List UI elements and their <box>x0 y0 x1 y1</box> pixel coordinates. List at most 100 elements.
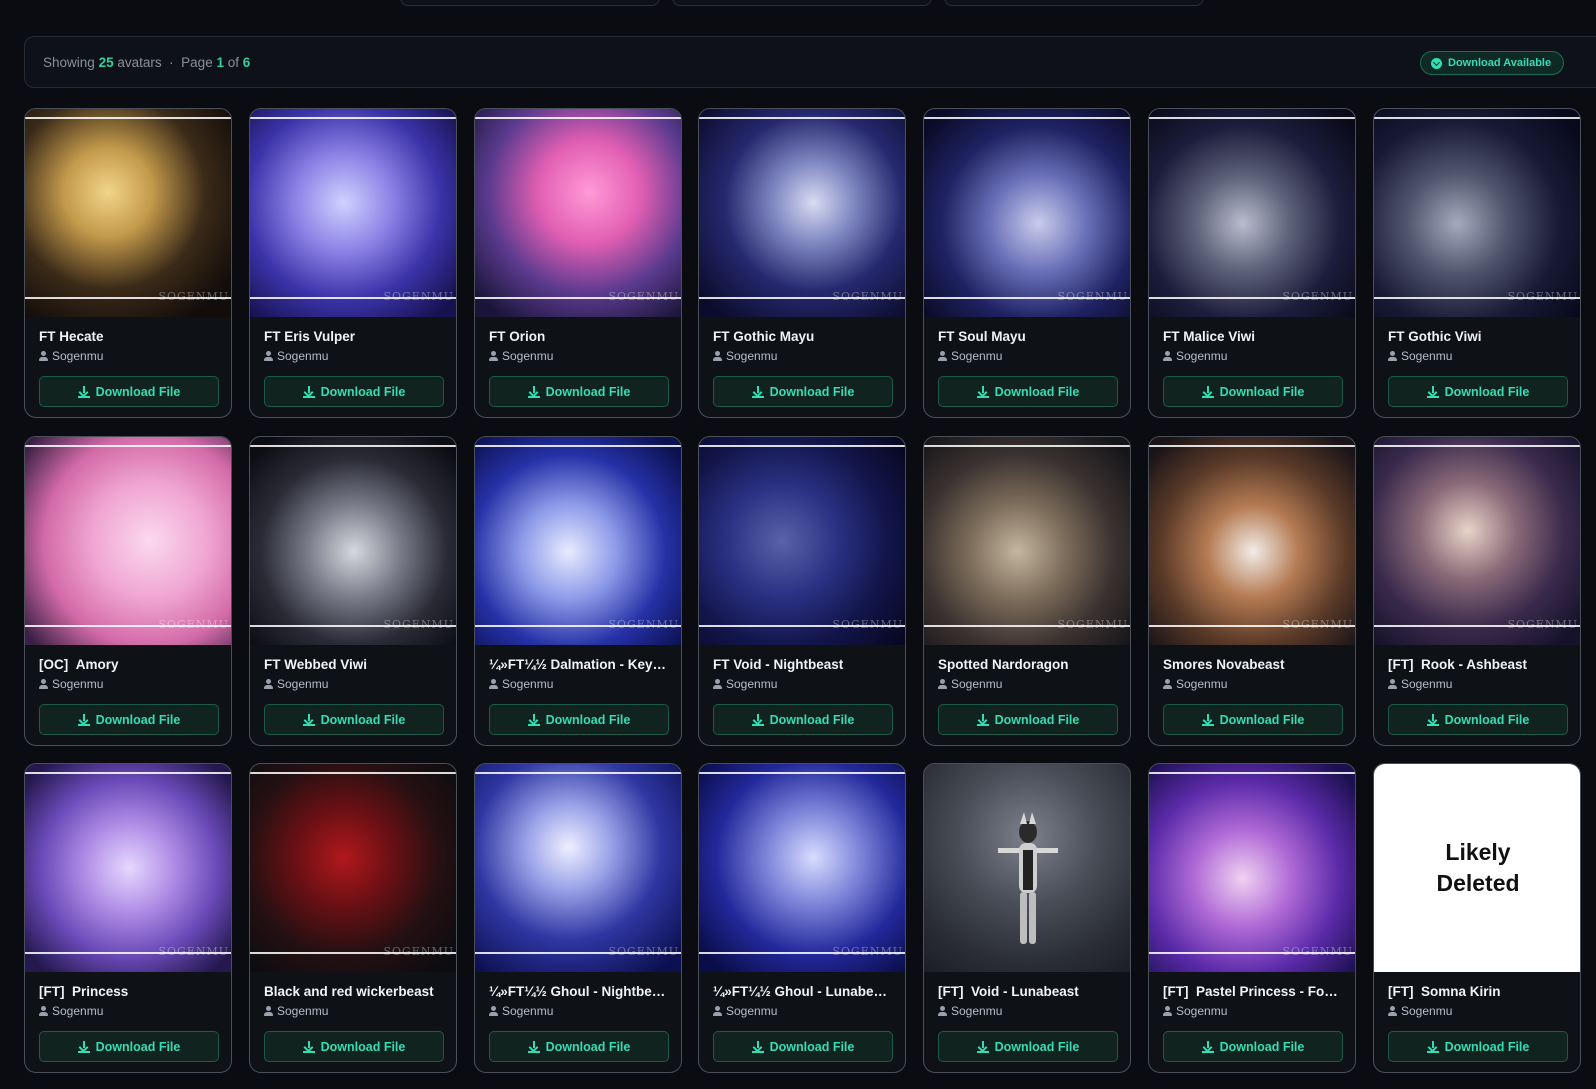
avatar-thumbnail[interactable]: SOGENMU <box>699 437 905 645</box>
download-file-button[interactable]: Download File <box>264 704 444 735</box>
avatar-card[interactable]: SOGENMU FT Hecate Sogenmu Download File <box>24 108 232 418</box>
download-file-button[interactable]: Download File <box>1163 1031 1343 1062</box>
filter-field[interactable] <box>672 0 932 6</box>
filter-field[interactable] <box>944 0 1204 6</box>
avatar-title[interactable]: FT Webbed Viwi <box>264 657 448 672</box>
avatar-thumbnail[interactable]: SOGENMU <box>1374 109 1580 317</box>
avatar-thumbnail[interactable]: SOGENMU <box>25 109 231 317</box>
avatar-card[interactable]: SOGENMU [OC] Amory Sogenmu Download File <box>24 436 232 746</box>
avatar-author[interactable]: Sogenmu <box>264 677 328 691</box>
avatar-title[interactable]: ¼»FT¼½ Ghoul - Nightbe… <box>489 984 673 999</box>
download-file-button[interactable]: Download File <box>1388 704 1568 735</box>
avatar-author[interactable]: Sogenmu <box>1163 349 1227 363</box>
avatar-author[interactable]: Sogenmu <box>489 349 553 363</box>
download-file-button[interactable]: Download File <box>1163 376 1343 407</box>
avatar-thumbnail[interactable]: SOGENMU <box>924 109 1130 317</box>
avatar-title[interactable]: Black and red wickerbeast <box>264 984 448 999</box>
avatar-author[interactable]: Sogenmu <box>264 1004 328 1018</box>
download-file-button[interactable]: Download File <box>1163 704 1343 735</box>
avatar-card[interactable]: SOGENMU [FT] Princess Sogenmu Download File <box>24 763 232 1073</box>
avatar-card[interactable]: [FT] Void - Lunabeast Sogenmu Download Fil… <box>923 763 1131 1073</box>
avatar-title[interactable]: [FT] Void - Lunabeast <box>938 984 1122 999</box>
download-file-button[interactable]: Download File <box>39 1031 219 1062</box>
avatar-thumbnail[interactable]: SOGENMU <box>924 437 1130 645</box>
avatar-card[interactable]: SOGENMU [FT] Rook - Ashbeast Sogenmu Downlo… <box>1373 436 1581 746</box>
avatar-author[interactable]: Sogenmu <box>713 349 777 363</box>
avatar-thumbnail[interactable]: SOGENMU <box>475 764 681 972</box>
avatar-title[interactable]: ¼»FT¼½ Ghoul - Lunabe… <box>713 984 897 999</box>
download-file-button[interactable]: Download File <box>39 376 219 407</box>
avatar-author[interactable]: Sogenmu <box>39 677 103 691</box>
avatar-card[interactable]: SOGENMU FT Webbed Viwi Sogenmu Download Fil… <box>249 436 457 746</box>
avatar-thumbnail[interactable]: SOGENMU <box>1149 764 1355 972</box>
download-file-button[interactable]: Download File <box>938 376 1118 407</box>
avatar-thumbnail[interactable]: SOGENMU <box>1374 437 1580 645</box>
avatar-thumbnail[interactable]: SOGENMU <box>250 764 456 972</box>
avatar-thumbnail[interactable]: SOGENMU <box>250 109 456 317</box>
avatar-thumbnail[interactable]: SOGENMU <box>25 764 231 972</box>
avatar-title[interactable]: Smores Novabeast <box>1163 657 1347 672</box>
avatar-author[interactable]: Sogenmu <box>713 1004 777 1018</box>
avatar-author[interactable]: Sogenmu <box>713 677 777 691</box>
download-file-button[interactable]: Download File <box>264 1031 444 1062</box>
download-file-button[interactable]: Download File <box>489 376 669 407</box>
avatar-card[interactable]: SOGENMU ¼»FT¼½ Ghoul - Nightbe… Sogenmu Dow… <box>474 763 682 1073</box>
avatar-thumbnail[interactable]: SOGENMU <box>699 764 905 972</box>
avatar-title[interactable]: ¼»FT¼½ Dalmation - Key… <box>489 657 673 672</box>
avatar-title[interactable]: FT Malice Viwi <box>1163 329 1347 344</box>
avatar-thumbnail[interactable]: SOGENMU <box>1149 109 1355 317</box>
avatar-title[interactable]: FT Void - Nightbeast <box>713 657 897 672</box>
avatar-card[interactable]: SOGENMU FT Eris Vulper Sogenmu Download Fil… <box>249 108 457 418</box>
avatar-author[interactable]: Sogenmu <box>1388 349 1452 363</box>
avatar-thumbnail[interactable]: SOGENMU <box>250 437 456 645</box>
download-file-button[interactable]: Download File <box>1388 1031 1568 1062</box>
avatar-title[interactable]: FT Hecate <box>39 329 223 344</box>
download-file-button[interactable]: Download File <box>39 704 219 735</box>
avatar-title[interactable]: Spotted Nardoragon <box>938 657 1122 672</box>
avatar-author[interactable]: Sogenmu <box>1163 677 1227 691</box>
avatar-thumbnail[interactable]: SOGENMU <box>475 437 681 645</box>
avatar-title[interactable]: FT Eris Vulper <box>264 329 448 344</box>
download-file-button[interactable]: Download File <box>938 704 1118 735</box>
avatar-card[interactable]: Likely Deleted [FT] Somna Kirin Sogenmu Dow… <box>1373 763 1581 1073</box>
avatar-author[interactable]: Sogenmu <box>1163 1004 1227 1018</box>
avatar-title[interactable]: FT Orion <box>489 329 673 344</box>
avatar-card[interactable]: SOGENMU FT Gothic Viwi Sogenmu Download Fil… <box>1373 108 1581 418</box>
avatar-card[interactable]: SOGENMU Black and red wickerbeast Sogenmu D… <box>249 763 457 1073</box>
avatar-thumbnail[interactable]: SOGENMU <box>475 109 681 317</box>
avatar-card[interactable]: SOGENMU [FT] Pastel Princess - Fo… Sogenmu… <box>1148 763 1356 1073</box>
avatar-author[interactable]: Sogenmu <box>39 349 103 363</box>
avatar-card[interactable]: SOGENMU ¼»FT¼½ Ghoul - Lunabe… Sogenmu Down… <box>698 763 906 1073</box>
download-file-button[interactable]: Download File <box>1388 376 1568 407</box>
download-file-button[interactable]: Download File <box>264 376 444 407</box>
avatar-title[interactable]: [FT] Somna Kirin <box>1388 984 1572 999</box>
avatar-author[interactable]: Sogenmu <box>264 349 328 363</box>
avatar-author[interactable]: Sogenmu <box>938 349 1002 363</box>
avatar-thumbnail[interactable]: SOGENMU <box>25 437 231 645</box>
avatar-thumbnail[interactable] <box>924 764 1130 972</box>
avatar-card[interactable]: SOGENMU Spotted Nardoragon Sogenmu Download… <box>923 436 1131 746</box>
download-available-badge[interactable]: Download Available <box>1420 51 1565 75</box>
avatar-thumbnail[interactable]: Likely Deleted <box>1374 764 1580 972</box>
avatar-author[interactable]: Sogenmu <box>489 1004 553 1018</box>
avatar-author[interactable]: Sogenmu <box>1388 1004 1452 1018</box>
download-file-button[interactable]: Download File <box>489 1031 669 1062</box>
avatar-title[interactable]: FT Soul Mayu <box>938 329 1122 344</box>
avatar-title[interactable]: [FT] Pastel Princess - Fo… <box>1163 984 1347 999</box>
avatar-title[interactable]: FT Gothic Mayu <box>713 329 897 344</box>
download-file-button[interactable]: Download File <box>713 1031 893 1062</box>
avatar-card[interactable]: SOGENMU FT Void - Nightbeast Sogenmu Downlo… <box>698 436 906 746</box>
avatar-author[interactable]: Sogenmu <box>938 1004 1002 1018</box>
avatar-thumbnail[interactable]: SOGENMU <box>699 109 905 317</box>
avatar-title[interactable]: [OC] Amory <box>39 657 223 672</box>
avatar-card[interactable]: SOGENMU ¼»FT¼½ Dalmation - Key… Sogenmu Dow… <box>474 436 682 746</box>
avatar-card[interactable]: SOGENMU FT Gothic Mayu Sogenmu Download Fil… <box>698 108 906 418</box>
avatar-thumbnail[interactable]: SOGENMU <box>1149 437 1355 645</box>
avatar-title[interactable]: [FT] Rook - Ashbeast <box>1388 657 1572 672</box>
avatar-card[interactable]: SOGENMU FT Orion Sogenmu Download File <box>474 108 682 418</box>
avatar-title[interactable]: FT Gothic Viwi <box>1388 329 1572 344</box>
avatar-author[interactable]: Sogenmu <box>39 1004 103 1018</box>
avatar-author[interactable]: Sogenmu <box>489 677 553 691</box>
avatar-card[interactable]: SOGENMU FT Soul Mayu Sogenmu Download File <box>923 108 1131 418</box>
download-file-button[interactable]: Download File <box>713 704 893 735</box>
